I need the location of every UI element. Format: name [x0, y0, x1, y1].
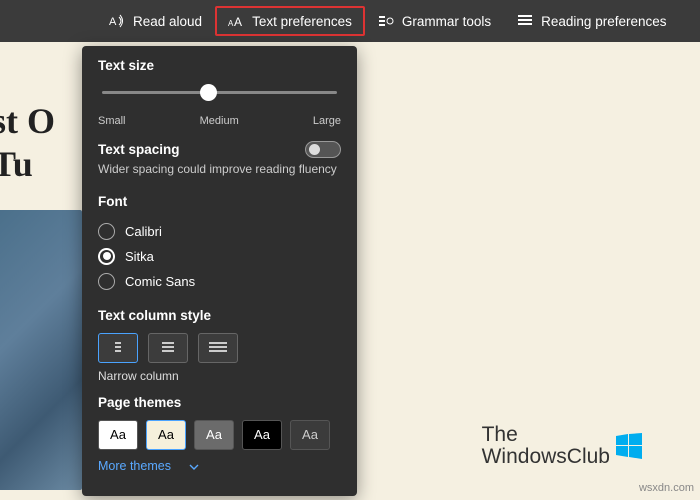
- reading-preferences-button[interactable]: Reading preferences: [504, 6, 679, 36]
- font-title: Font: [98, 194, 341, 209]
- radio-icon: [98, 248, 115, 265]
- grammar-tools-button[interactable]: Grammar tools: [365, 6, 504, 36]
- slider-label-large: Large: [313, 115, 341, 127]
- text-preferences-panel: Text size Small Medium Large Text spacin…: [82, 46, 357, 496]
- svg-text:A: A: [234, 15, 242, 29]
- article-image: [0, 210, 82, 490]
- text-size-slider[interactable]: [98, 83, 341, 113]
- more-themes-link[interactable]: More themes: [98, 459, 199, 473]
- column-style-title: Text column style: [98, 308, 341, 323]
- brand-logo-area: The WindowsClub: [482, 424, 642, 468]
- column-wide-icon: [209, 341, 227, 355]
- slider-labels: Small Medium Large: [98, 115, 341, 127]
- text-preferences-button[interactable]: AA Text preferences: [215, 6, 365, 36]
- reading-preferences-icon: [517, 13, 533, 29]
- reader-toolbar: A Read aloud AA Text preferences Grammar…: [0, 0, 700, 42]
- font-option-label: Comic Sans: [125, 274, 195, 289]
- font-option-comic-sans[interactable]: Comic Sans: [98, 269, 341, 294]
- windows-logo-icon: [616, 433, 642, 459]
- grammar-tools-icon: [378, 13, 394, 29]
- page-themes-row: Aa Aa Aa Aa Aa: [98, 420, 341, 450]
- theme-swatch-white[interactable]: Aa: [98, 420, 138, 450]
- brand-line1: The: [482, 424, 610, 446]
- theme-swatch-black[interactable]: Aa: [242, 420, 282, 450]
- text-spacing-title: Text spacing: [98, 142, 180, 157]
- text-preferences-label: Text preferences: [252, 14, 352, 29]
- font-option-label: Sitka: [125, 249, 154, 264]
- text-size-title: Text size: [98, 58, 341, 73]
- text-spacing-desc: Wider spacing could improve reading flue…: [98, 162, 341, 178]
- column-medium-icon: [159, 341, 177, 355]
- read-aloud-label: Read aloud: [133, 14, 202, 29]
- font-radio-group: Calibri Sitka Comic Sans: [98, 219, 341, 294]
- slider-label-small: Small: [98, 115, 126, 127]
- radio-icon: [98, 273, 115, 290]
- column-style-caption: Narrow column: [98, 369, 341, 383]
- column-wide-button[interactable]: [198, 333, 238, 363]
- text-spacing-toggle[interactable]: [305, 141, 341, 158]
- slider-thumb[interactable]: [200, 84, 217, 101]
- text-preferences-icon: AA: [228, 13, 244, 29]
- brand-line2: WindowsClub: [482, 446, 610, 468]
- toggle-knob: [309, 144, 320, 155]
- font-option-label: Calibri: [125, 224, 162, 239]
- reading-preferences-label: Reading preferences: [541, 14, 666, 29]
- radio-icon: [98, 223, 115, 240]
- theme-swatch-gray[interactable]: Aa: [194, 420, 234, 450]
- chevron-down-icon: [189, 459, 199, 473]
- page-themes-title: Page themes: [98, 395, 341, 410]
- read-aloud-button[interactable]: A Read aloud: [96, 6, 215, 36]
- svg-text:A: A: [109, 16, 117, 28]
- more-themes-label: More themes: [98, 459, 171, 473]
- watermark: wsxdn.com: [639, 482, 694, 494]
- column-style-buttons: [98, 333, 341, 363]
- theme-swatch-sepia[interactable]: Aa: [146, 420, 186, 450]
- font-option-calibri[interactable]: Calibri: [98, 219, 341, 244]
- column-narrow-button[interactable]: [98, 333, 138, 363]
- slider-track: [102, 91, 337, 94]
- theme-swatch-dark[interactable]: Aa: [290, 420, 330, 450]
- font-option-sitka[interactable]: Sitka: [98, 244, 341, 269]
- slider-label-medium: Medium: [200, 115, 239, 127]
- column-medium-button[interactable]: [148, 333, 188, 363]
- read-aloud-icon: A: [109, 13, 125, 29]
- column-narrow-icon: [109, 341, 127, 355]
- grammar-tools-label: Grammar tools: [402, 14, 491, 29]
- page-heading: st O Tu: [0, 100, 55, 186]
